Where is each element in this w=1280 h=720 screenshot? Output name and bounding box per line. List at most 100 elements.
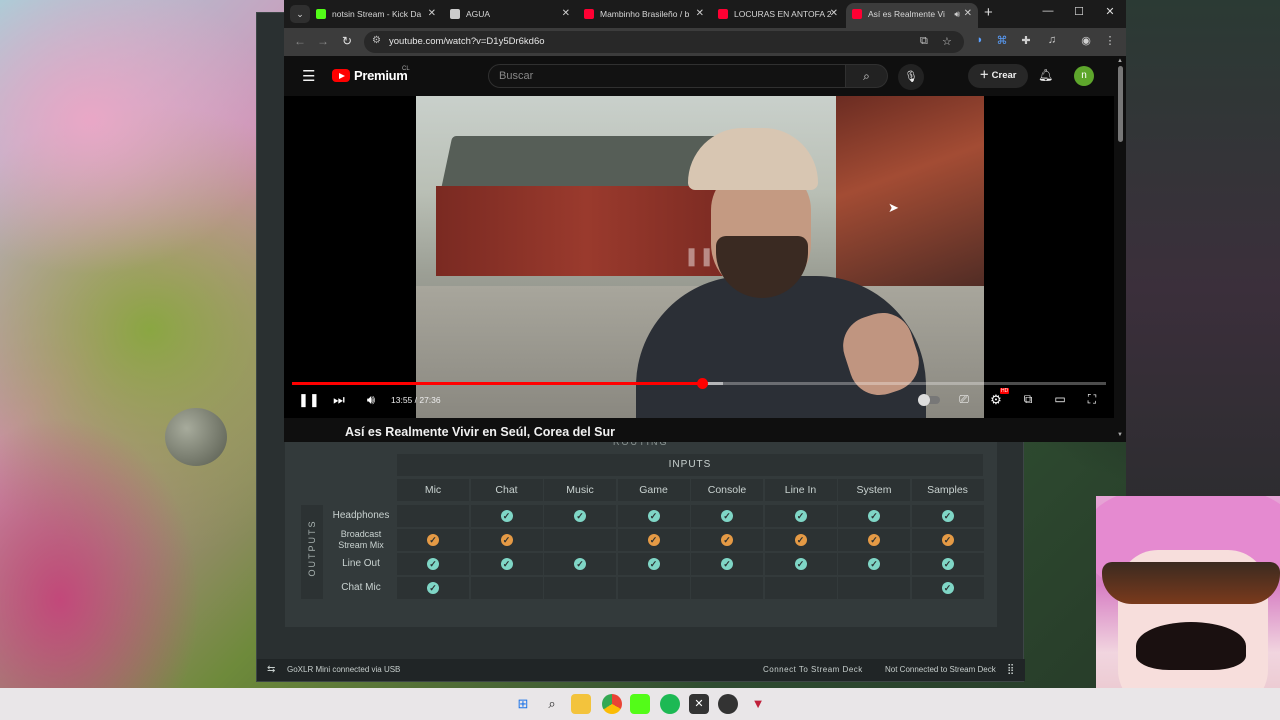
subtitles-icon[interactable]: ⎚ bbox=[954, 392, 974, 407]
route-enabled-check-icon: ✓ bbox=[647, 510, 660, 522]
routing-cell[interactable]: ✓ bbox=[838, 553, 910, 575]
routing-cell[interactable]: ✓ bbox=[764, 505, 837, 527]
youtube-logo-icon[interactable] bbox=[332, 69, 350, 82]
routing-cell[interactable]: ✓ bbox=[544, 505, 616, 527]
terminal-icon[interactable]: ✕ bbox=[689, 694, 709, 714]
routing-cell[interactable] bbox=[544, 577, 616, 599]
routing-cell[interactable]: ✓ bbox=[691, 529, 763, 551]
routing-cell[interactable]: ✓ bbox=[470, 505, 543, 527]
extensions-puzzle-icon[interactable]: ✚ bbox=[1018, 34, 1034, 47]
search-input[interactable]: Buscar bbox=[488, 64, 846, 88]
page-scrollbar[interactable] bbox=[1118, 66, 1123, 142]
scroll-down-icon[interactable]: ▼ bbox=[1117, 432, 1123, 438]
maximize-icon[interactable]: ☐ bbox=[1071, 5, 1087, 18]
miniplayer-icon[interactable]: ⧉ bbox=[1018, 392, 1038, 407]
routing-cell[interactable]: ✓ bbox=[691, 553, 763, 575]
input-column-header: Console bbox=[691, 479, 763, 501]
extension-icon-1[interactable]: ◗ bbox=[972, 34, 988, 46]
routing-cell[interactable] bbox=[544, 529, 616, 551]
routing-cell[interactable]: ✓ bbox=[838, 529, 910, 551]
routing-cell[interactable]: ✓ bbox=[544, 553, 616, 575]
forward-icon[interactable]: → bbox=[315, 34, 331, 48]
browser-toolbar: ← → ↻ ⚙ youtube.com/watch?v=D1y5Dr6kd6o … bbox=[284, 28, 1126, 56]
profile-icon[interactable]: ◉ bbox=[1078, 34, 1094, 47]
address-bar[interactable]: ⚙ youtube.com/watch?v=D1y5Dr6kd6o ⧉ ☆ bbox=[364, 31, 964, 53]
routing-cell[interactable]: ✓ bbox=[397, 553, 469, 575]
tab-audio-icon[interactable]: 🔊︎ bbox=[954, 3, 960, 25]
browser-tab[interactable]: AGUA ✕ bbox=[444, 3, 576, 25]
scroll-up-icon[interactable]: ▲ bbox=[1117, 58, 1123, 64]
fullscreen-icon[interactable]: ⛶ bbox=[1082, 392, 1102, 407]
volume-icon[interactable]: 🔊︎ bbox=[361, 392, 381, 408]
bookmark-star-icon[interactable]: ☆ bbox=[942, 35, 952, 48]
routing-cell[interactable]: ✓ bbox=[838, 505, 910, 527]
routing-cell[interactable]: ✓ bbox=[691, 505, 763, 527]
chrome-icon[interactable] bbox=[602, 694, 622, 714]
browser-tab[interactable]: Así es Realmente Vi 🔊︎ ✕ bbox=[846, 3, 978, 28]
close-tab-icon[interactable]: ✕ bbox=[428, 3, 436, 25]
routing-cell[interactable] bbox=[764, 577, 837, 599]
site-info-icon[interactable]: ⚙ bbox=[372, 35, 381, 46]
video-progress-bar[interactable] bbox=[292, 378, 1106, 389]
routing-cell[interactable]: ✓ bbox=[470, 553, 543, 575]
browser-tab[interactable]: LOCURAS EN ANTOFA 2 ✕ bbox=[712, 3, 844, 25]
grid-icon[interactable]: ⣿ bbox=[1007, 664, 1014, 675]
extension-icon-2[interactable]: ⌘ bbox=[994, 34, 1010, 47]
close-tab-icon[interactable]: ✕ bbox=[696, 3, 704, 25]
theater-mode-icon[interactable]: ▭ bbox=[1050, 392, 1070, 406]
routing-cell[interactable] bbox=[617, 577, 690, 599]
close-tab-icon[interactable]: ✕ bbox=[562, 3, 570, 25]
browser-tab[interactable]: notsin Stream - Kick Da ✕ bbox=[310, 3, 442, 25]
routing-cell[interactable]: ✓ bbox=[764, 553, 837, 575]
route-enabled-check-icon: ✓ bbox=[794, 558, 807, 570]
minimize-icon[interactable]: — bbox=[1040, 5, 1056, 17]
routing-cell[interactable]: ✓ bbox=[911, 529, 984, 551]
file-explorer-icon[interactable] bbox=[571, 694, 591, 714]
install-app-icon[interactable]: ⧉ bbox=[920, 35, 928, 48]
search-taskbar-icon[interactable]: ⌕ bbox=[542, 694, 562, 714]
routing-cell[interactable]: ✓ bbox=[617, 529, 690, 551]
close-window-icon[interactable]: ✕ bbox=[1102, 5, 1118, 18]
routing-cell[interactable]: ✓ bbox=[397, 529, 469, 551]
media-controls-icon[interactable]: ♫ bbox=[1044, 34, 1060, 46]
start-windows-icon[interactable]: ⊞ bbox=[513, 694, 533, 714]
tab-favicon-icon bbox=[852, 9, 862, 19]
pause-icon[interactable]: ❚❚ bbox=[298, 392, 320, 408]
hamburger-menu-icon[interactable]: ☰ bbox=[302, 67, 315, 85]
connect-stream-deck-button[interactable]: Connect To Stream Deck bbox=[763, 665, 863, 674]
app-icon-dark[interactable] bbox=[718, 694, 738, 714]
next-video-icon[interactable]: ⏭︎ bbox=[329, 392, 349, 408]
autoplay-toggle[interactable] bbox=[918, 394, 940, 406]
new-tab-icon[interactable]: + bbox=[984, 4, 993, 21]
create-button[interactable]: ＋ Crear bbox=[968, 64, 1028, 88]
routing-cell[interactable]: ✓ bbox=[397, 577, 469, 599]
routing-cell[interactable]: ✓ bbox=[617, 553, 690, 575]
search-button[interactable]: ⌕ bbox=[846, 64, 888, 88]
routing-cell[interactable] bbox=[470, 577, 543, 599]
routing-cell[interactable]: ✓ bbox=[911, 553, 984, 575]
routing-cell[interactable]: ✓ bbox=[470, 529, 543, 551]
routing-cell[interactable] bbox=[691, 577, 763, 599]
close-tab-icon[interactable]: ✕ bbox=[830, 3, 838, 25]
routing-cell[interactable]: ✓ bbox=[911, 505, 984, 527]
reload-icon[interactable]: ↻ bbox=[339, 34, 355, 48]
youtube-premium-brand[interactable]: Premium bbox=[354, 68, 408, 83]
avatar[interactable]: n bbox=[1074, 66, 1094, 86]
routing-cell[interactable] bbox=[838, 577, 910, 599]
browser-tab[interactable]: Mambinho Brasileño / b ✕ bbox=[578, 3, 710, 25]
browser-menu-icon[interactable]: ⋮ bbox=[1102, 34, 1118, 47]
routing-cell[interactable]: ✓ bbox=[617, 505, 690, 527]
back-icon[interactable]: ← bbox=[292, 34, 308, 48]
video-player[interactable]: ❚❚ ➤ ❚❚ ⏭︎ 🔊︎ 13:55 / 27:36 ⎚ ⚙ HD ⧉ ▭ ⛶ bbox=[284, 96, 1114, 418]
voice-search-button[interactable]: 🎙 bbox=[898, 64, 924, 90]
routing-cell[interactable]: ✓ bbox=[764, 529, 837, 551]
spotify-icon[interactable] bbox=[660, 694, 680, 714]
close-tab-icon[interactable]: ✕ bbox=[964, 3, 972, 25]
tab-search-icon[interactable]: ⌄ bbox=[290, 5, 310, 23]
notifications-bell-icon[interactable]: 🔔︎ bbox=[1038, 68, 1053, 82]
goxlr-app-icon[interactable]: ▼ bbox=[748, 694, 768, 714]
kick-app-icon[interactable] bbox=[630, 694, 650, 714]
settings-gear-icon[interactable]: ⚙ bbox=[986, 392, 1006, 408]
routing-cell[interactable]: ✓ bbox=[911, 577, 984, 599]
routing-cell[interactable] bbox=[397, 505, 469, 527]
